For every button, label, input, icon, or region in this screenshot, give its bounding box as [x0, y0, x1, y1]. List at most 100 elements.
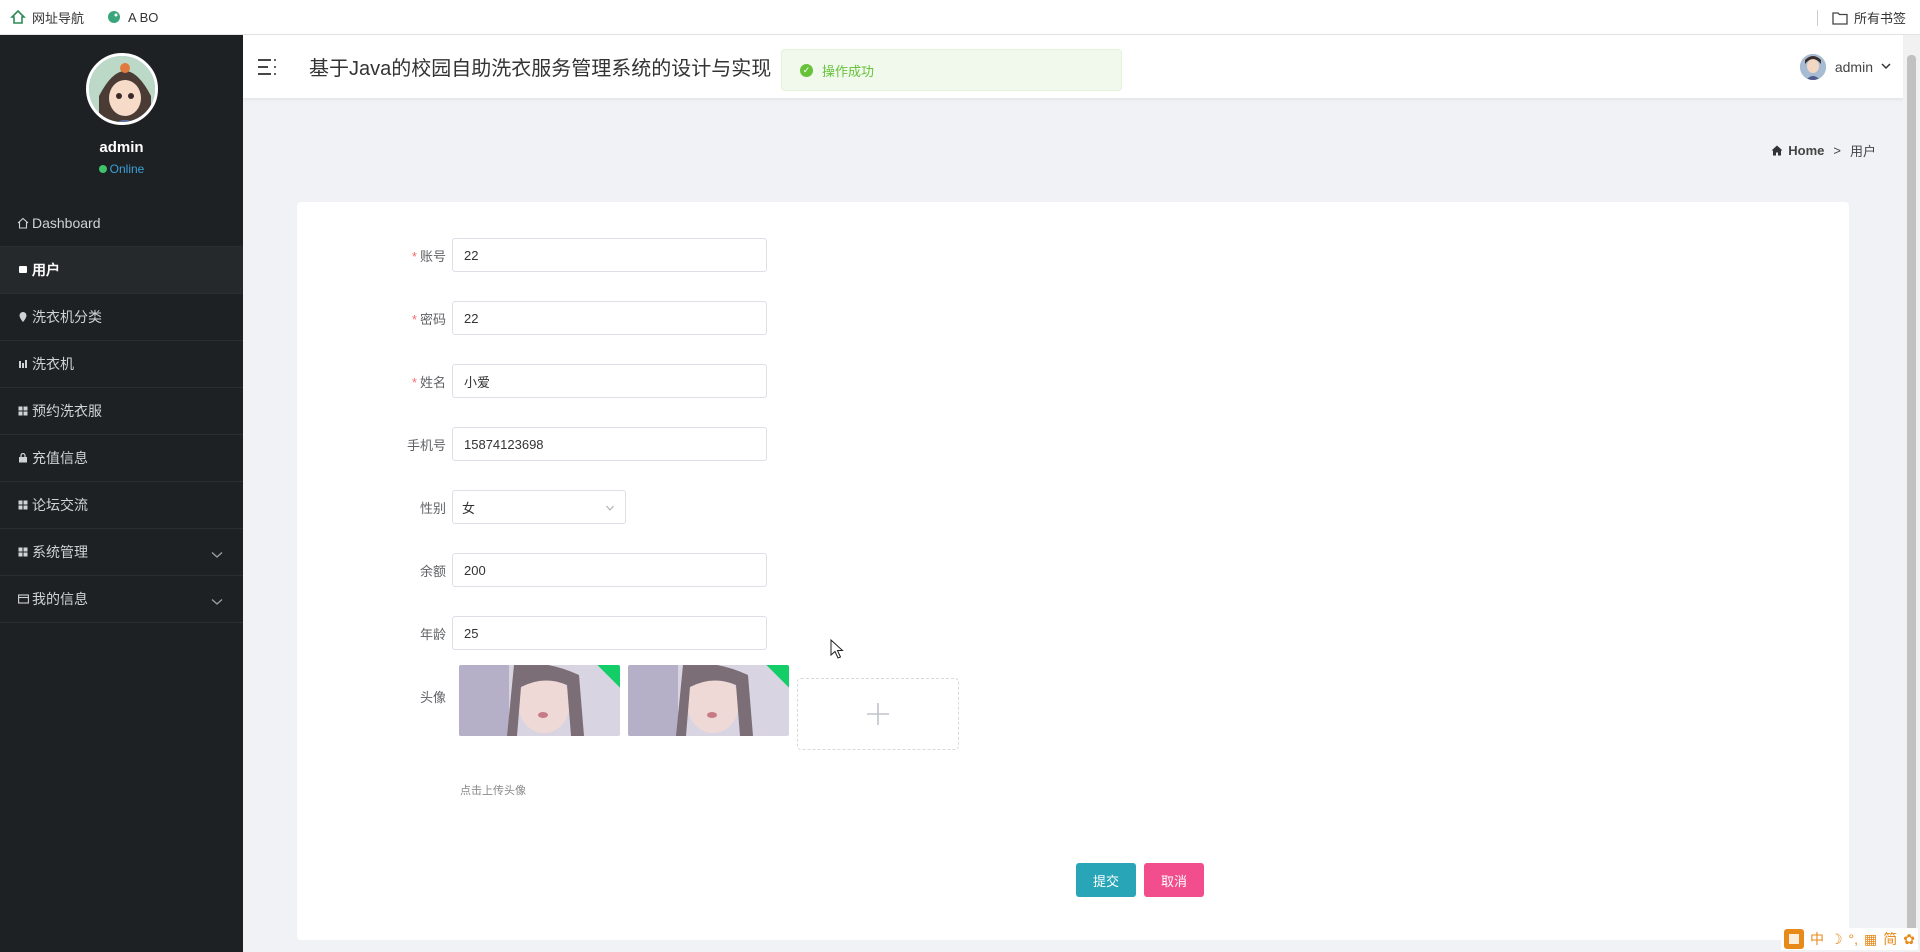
gender-select[interactable]: 女: [452, 490, 626, 524]
field-label: 手机号: [406, 437, 446, 453]
account-input[interactable]: 22: [452, 238, 767, 272]
name-input[interactable]: 小爱: [452, 364, 767, 398]
sidebar-item-label: 用户: [32, 262, 60, 278]
sidebar-item-washer-category[interactable]: 洗衣机分类: [0, 294, 243, 341]
all-bookmarks[interactable]: 所有书签: [1816, 0, 1906, 35]
pin-icon: [16, 310, 30, 324]
sidebar: admin Online Dashboard 用户 洗衣机分类 洗衣机 预约洗衣…: [0, 35, 243, 952]
required-mark: *: [411, 374, 417, 390]
status-text: Online: [109, 162, 145, 176]
field-label: * 账号: [297, 246, 452, 265]
label-text: 姓名: [419, 374, 446, 390]
submit-button[interactable]: 提交: [1076, 863, 1136, 897]
cancel-button[interactable]: 取消: [1144, 863, 1204, 897]
punctuation-icon[interactable]: °,: [1849, 931, 1859, 947]
toast-message: 操作成功: [822, 63, 875, 79]
required-mark: *: [411, 248, 417, 264]
check-circle-icon: ✓: [800, 63, 813, 77]
house-icon: [10, 9, 26, 25]
card-icon: [16, 592, 30, 606]
bookmark-nav[interactable]: 网址导航: [10, 8, 84, 27]
password-input[interactable]: 22: [452, 301, 767, 335]
label-text: 密码: [419, 311, 446, 327]
form-row-account: * 账号 22: [297, 238, 767, 272]
sidebar-item-forum[interactable]: 论坛交流: [0, 482, 243, 529]
sidebar-item-label: Dashboard: [32, 215, 101, 231]
plus-icon: [865, 701, 891, 727]
folder-icon: [1832, 11, 1848, 25]
ime-toolbar: 中 ☽ °, ▦ 简 ✿: [1780, 928, 1918, 950]
sidebar-item-label: 我的信息: [32, 591, 88, 607]
online-status: Online: [98, 162, 145, 176]
tag-icon: [16, 263, 30, 277]
sidebar-item-label: 充值信息: [32, 450, 88, 466]
form-row-gender: 性别 女: [297, 490, 626, 524]
sidebar-item-dashboard[interactable]: Dashboard: [0, 200, 243, 247]
sidebar-item-recharge[interactable]: 充值信息: [0, 435, 243, 482]
sidebar-item-label: 洗衣机: [32, 356, 74, 372]
ime-mode[interactable]: 中: [1810, 929, 1824, 949]
bird-icon: [106, 9, 122, 25]
sidebar-item-users[interactable]: 用户: [0, 247, 243, 294]
avatar-upload-button[interactable]: [797, 678, 959, 750]
sidebar-item-label: 系统管理: [32, 544, 88, 560]
bookmarks-bar: 网址导航 A BO 所有书签: [0, 0, 1920, 35]
home-icon: [1771, 145, 1783, 156]
label-text: 账号: [419, 248, 446, 264]
sidebar-username: admin: [99, 139, 144, 156]
page-scrollbar[interactable]: [1903, 35, 1920, 952]
field-label: * 密码: [297, 309, 452, 328]
gear-icon[interactable]: ✿: [1903, 931, 1915, 948]
breadcrumb-current: 用户: [1849, 144, 1876, 159]
user-menu[interactable]: admin: [1799, 35, 1891, 98]
form-row-phone: 手机号 15874123698: [297, 427, 767, 461]
grid-icon: [16, 545, 30, 559]
moon-icon[interactable]: ☽: [1830, 931, 1843, 948]
balance-input[interactable]: 200: [452, 553, 767, 587]
breadcrumb-home[interactable]: Home: [1788, 143, 1824, 158]
form-row-name: * 姓名 小爱: [297, 364, 767, 398]
all-bookmarks-label: 所有书签: [1853, 11, 1906, 26]
uploaded-avatar-image[interactable]: [628, 665, 789, 736]
grid-icon: [16, 498, 30, 512]
lock-icon: [16, 451, 30, 465]
required-mark: *: [411, 311, 417, 327]
ime-logo-icon[interactable]: [1783, 929, 1804, 949]
user-form-card: * 账号 22 * 密码 22 * 姓名 小爱 手机号 15874123698 性别 …: [297, 202, 1849, 940]
sidebar-item-label: 洗衣机分类: [32, 309, 102, 325]
age-input[interactable]: 25: [452, 616, 767, 650]
sidebar-item-booking[interactable]: 预约洗衣服: [0, 388, 243, 435]
sidebar-menu: Dashboard 用户 洗衣机分类 洗衣机 预约洗衣服 充值信息 论坛交流 系…: [0, 200, 243, 623]
chevron-down-icon: [211, 593, 223, 609]
ime-script[interactable]: 简: [1883, 929, 1897, 949]
breadcrumb: Home > 用户: [1771, 141, 1876, 160]
form-row-password: * 密码 22: [297, 301, 767, 335]
chevron-down-icon: [1881, 63, 1891, 70]
chevron-down-icon: [605, 501, 615, 516]
field-label: 头像: [419, 690, 446, 705]
grid-icon: [16, 404, 30, 418]
form-row-age: 年龄 25: [297, 616, 767, 650]
menu-toggle-icon[interactable]: [257, 56, 279, 78]
sidebar-item-my-info[interactable]: 我的信息: [0, 576, 243, 623]
gender-value: 女: [462, 500, 476, 516]
bookmark-label: 网址导航: [32, 10, 85, 26]
chevron-down-icon: [211, 546, 223, 562]
avatar[interactable]: [85, 53, 158, 125]
phone-input[interactable]: 15874123698: [452, 427, 767, 461]
uploaded-avatar-image[interactable]: [459, 665, 620, 736]
success-toast: ✓ 操作成功: [781, 49, 1122, 91]
sidebar-item-washer[interactable]: 洗衣机: [0, 341, 243, 388]
field-label: 年龄: [419, 626, 446, 642]
user-name: admin: [1834, 58, 1873, 75]
sidebar-item-label: 论坛交流: [32, 497, 88, 513]
page-title: 基于Java的校园自助洗衣服务管理系统的设计与实现: [309, 58, 772, 80]
keyboard-icon[interactable]: ▦: [1864, 931, 1877, 948]
mouse-cursor-icon: [830, 638, 844, 662]
sidebar-item-system[interactable]: 系统管理: [0, 529, 243, 576]
bookmark-abo[interactable]: A BO: [106, 9, 158, 25]
avatar: [1799, 53, 1826, 80]
scrollbar-thumb[interactable]: [1907, 55, 1916, 935]
upload-hint: 点击上传头像: [460, 785, 526, 797]
bookmark-label: A BO: [128, 9, 159, 25]
